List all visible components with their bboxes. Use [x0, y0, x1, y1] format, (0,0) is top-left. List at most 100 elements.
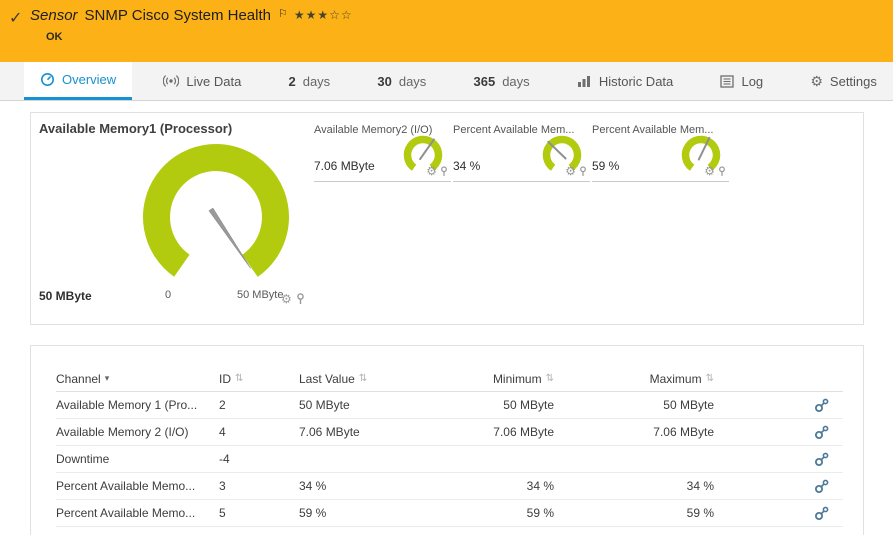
tab-settings[interactable]: ⚙ Settings	[794, 62, 893, 100]
tab-label: Overview	[62, 72, 116, 87]
row-last-value: 7.06 MByte	[299, 425, 482, 439]
gear-icon[interactable]: ⚙	[565, 165, 576, 177]
row-channel: Percent Available Memo...	[56, 479, 219, 493]
tab-overview[interactable]: Overview	[24, 62, 132, 100]
sensor-title: SNMP Cisco System Health	[85, 7, 271, 24]
column-label: Minimum	[493, 372, 542, 386]
row-actions	[714, 452, 843, 467]
column-label: Maximum	[650, 372, 702, 386]
sort-desc-icon: ▾	[105, 374, 110, 383]
tab-historic-data[interactable]: Historic Data	[561, 62, 689, 100]
row-id: 2	[219, 398, 299, 412]
column-label: Channel	[56, 372, 101, 386]
row-actions	[714, 506, 843, 521]
channel-settings-icon[interactable]	[814, 452, 829, 467]
row-minimum: 59 %	[482, 506, 554, 520]
column-header-id[interactable]: ID ⇅	[219, 372, 299, 386]
sort-both-icon: ⇅	[546, 374, 554, 384]
row-maximum: 7.06 MByte	[554, 425, 714, 439]
priority-stars[interactable]: ★★★☆☆	[294, 8, 353, 22]
sensor-status-text: OK	[46, 31, 63, 43]
column-header-last-value[interactable]: Last Value ⇅	[299, 372, 482, 386]
settings-gear-icon: ⚙	[810, 74, 823, 88]
channel-settings-icon[interactable]	[814, 398, 829, 413]
row-channel: Percent Available Memo...	[56, 506, 219, 520]
tab-label: Log	[741, 74, 763, 89]
pin-icon[interactable]	[296, 293, 305, 305]
gear-icon[interactable]: ⚙	[704, 165, 715, 177]
live-data-icon	[163, 74, 179, 88]
sensor-kind-label: Sensor	[30, 7, 78, 24]
row-last-value: 34 %	[299, 479, 482, 493]
tab-30-days[interactable]: 30 days	[361, 62, 442, 100]
tab-label: days	[502, 74, 529, 89]
channel-settings-icon[interactable]	[814, 479, 829, 494]
pin-icon[interactable]	[579, 166, 587, 177]
flag-icon[interactable]: ⚐	[278, 8, 288, 20]
table-row[interactable]: Available Memory 2 (I/O) 4 7.06 MByte 7.…	[56, 419, 843, 446]
mini-gauge-actions: ⚙	[426, 165, 448, 177]
row-minimum: 50 MByte	[482, 398, 554, 412]
sort-both-icon: ⇅	[235, 374, 243, 384]
main-gauge-actions: ⚙	[281, 293, 305, 305]
gauge-scale-max: 50 MByte	[237, 289, 283, 301]
mini-gauge-cell-percent-available-1[interactable]: Percent Available Mem... 34 % ⚙	[453, 121, 590, 182]
row-maximum: 59 %	[554, 506, 714, 520]
sensor-title-row: Sensor SNMP Cisco System Health ⚐ ★★★☆☆	[30, 7, 353, 25]
channel-settings-icon[interactable]	[814, 506, 829, 521]
table-row[interactable]: Downtime -4	[56, 446, 843, 473]
channel-settings-icon[interactable]	[814, 425, 829, 440]
table-row[interactable]: Percent Available Memo... 3 34 % 34 % 34…	[56, 473, 843, 500]
sensor-header: ✓ SensorSNMP Cisco System Health⚐★★★☆☆ O…	[0, 0, 893, 62]
tab-number: 30	[377, 74, 391, 89]
gauges-panel: Available Memory1 (Processor) 50 MByte 0…	[30, 112, 864, 325]
row-last-value: 50 MByte	[299, 398, 482, 412]
historic-data-icon	[577, 75, 592, 88]
tab-log[interactable]: Log	[704, 62, 779, 100]
column-label: Last Value	[299, 372, 355, 386]
tab-label: Historic Data	[599, 74, 673, 89]
gauge-scale-min: 0	[165, 289, 171, 301]
row-channel: Downtime	[56, 452, 219, 466]
pin-icon[interactable]	[718, 166, 726, 177]
row-id: 4	[219, 425, 299, 439]
tab-label: Settings	[830, 74, 877, 89]
overview-icon	[40, 72, 55, 87]
row-id: -4	[219, 452, 299, 466]
main-gauge-value: 50 MByte	[39, 289, 92, 303]
sort-both-icon: ⇅	[359, 374, 367, 384]
row-maximum: 50 MByte	[554, 398, 714, 412]
stars-empty: ☆☆	[329, 8, 353, 22]
row-maximum: 34 %	[554, 479, 714, 493]
channel-table-header: Channel ▾ ID ⇅ Last Value ⇅ Minimum ⇅ Ma…	[56, 366, 843, 392]
column-header-channel[interactable]: Channel ▾	[56, 372, 219, 386]
row-actions	[714, 398, 843, 413]
pin-icon[interactable]	[440, 166, 448, 177]
tab-bar: Overview Live Data 2 days 30 days 365 da…	[0, 62, 893, 101]
mini-gauge-actions: ⚙	[704, 165, 726, 177]
row-actions	[714, 479, 843, 494]
channel-table-panel: Channel ▾ ID ⇅ Last Value ⇅ Minimum ⇅ Ma…	[30, 345, 864, 535]
column-header-minimum[interactable]: Minimum ⇅	[482, 372, 554, 386]
column-label: ID	[219, 372, 231, 386]
row-actions	[714, 425, 843, 440]
gear-icon[interactable]: ⚙	[426, 165, 437, 177]
mini-gauge-value: 7.06 MByte	[314, 159, 375, 173]
row-id: 5	[219, 506, 299, 520]
column-header-maximum[interactable]: Maximum ⇅	[554, 372, 714, 386]
tab-label: Live Data	[186, 74, 241, 89]
tab-number: 2	[288, 74, 295, 89]
mini-gauge-cell-available-memory2[interactable]: Available Memory2 (I/O) 7.06 MByte ⚙	[314, 121, 451, 182]
table-row[interactable]: Percent Available Memo... 5 59 % 59 % 59…	[56, 500, 843, 527]
tab-2-days[interactable]: 2 days	[272, 62, 346, 100]
mini-gauge-cell-percent-available-2[interactable]: Percent Available Mem... 59 % ⚙	[592, 121, 729, 182]
tab-label: days	[399, 74, 426, 89]
main-gauge	[131, 133, 301, 295]
gear-icon[interactable]: ⚙	[281, 293, 292, 305]
mini-gauge-value: 34 %	[453, 159, 480, 173]
mini-gauge-value: 59 %	[592, 159, 619, 173]
table-row[interactable]: Available Memory 1 (Pro... 2 50 MByte 50…	[56, 392, 843, 419]
tab-365-days[interactable]: 365 days	[458, 62, 546, 100]
row-minimum: 7.06 MByte	[482, 425, 554, 439]
tab-live-data[interactable]: Live Data	[147, 62, 257, 100]
